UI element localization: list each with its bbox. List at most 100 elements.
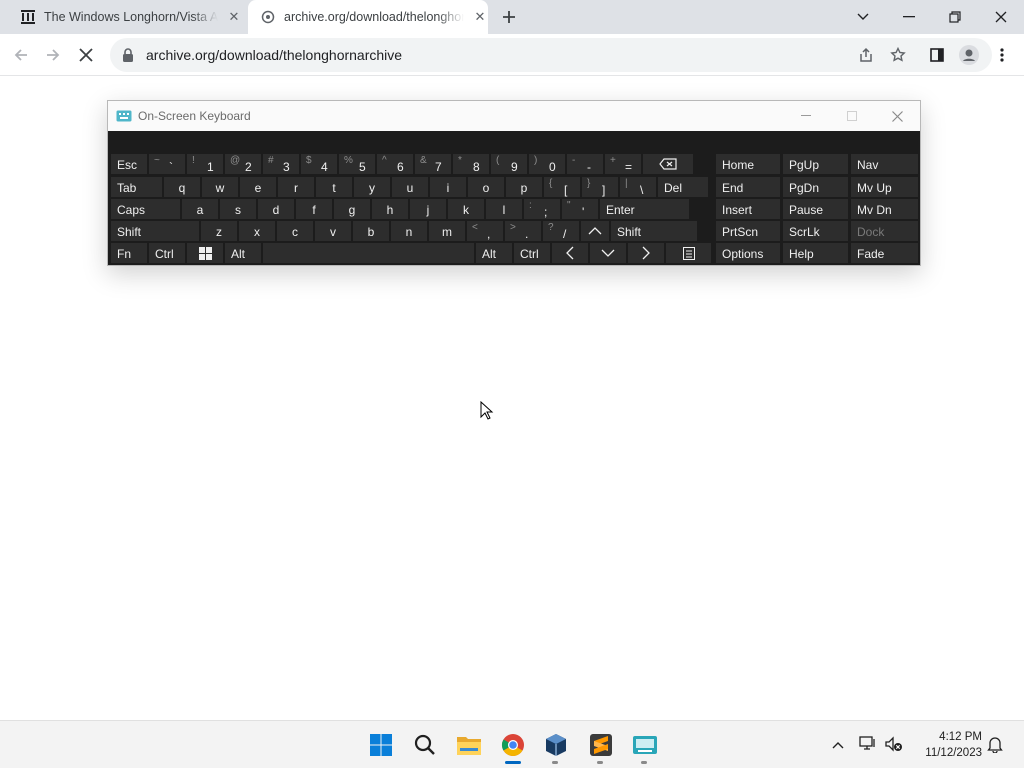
osk-key[interactable]: ) 0: [528, 153, 566, 175]
osk-key[interactable]: i: [429, 176, 467, 198]
osk-key[interactable]: j: [409, 198, 447, 220]
osk-key[interactable]: m: [428, 220, 466, 242]
osk-nav-key[interactable]: Pause: [782, 198, 849, 220]
stop-loading-button[interactable]: [73, 42, 99, 68]
osk-title-bar[interactable]: On-Screen Keyboard: [108, 101, 920, 131]
osk-key[interactable]: l: [485, 198, 523, 220]
bookmark-button[interactable]: [885, 42, 911, 68]
show-hidden-icons-button[interactable]: [828, 735, 848, 755]
osk-nav-key[interactable]: PgDn: [782, 176, 849, 198]
tab-longhorn-archive[interactable]: The Windows Longhorn/Vista Archive ✕: [0, 0, 248, 34]
osk-key-backspace[interactable]: [642, 153, 694, 175]
lock-icon[interactable]: [122, 48, 136, 62]
osk-key[interactable]: Tab: [110, 176, 163, 198]
osk-key[interactable]: * 8: [452, 153, 490, 175]
chrome-button[interactable]: [499, 731, 527, 759]
notifications-button[interactable]: [987, 735, 1005, 755]
tab-close-icon[interactable]: ✕: [226, 9, 242, 25]
close-window-button[interactable]: [986, 4, 1016, 30]
osk-nav-key[interactable]: Home: [715, 153, 781, 175]
osk-key[interactable]: #3: [262, 153, 300, 175]
menu-button[interactable]: [989, 42, 1015, 68]
osk-nav-key[interactable]: Mv Dn: [850, 198, 919, 220]
osk-key[interactable]: Shift: [610, 220, 698, 242]
osk-nav-key[interactable]: End: [715, 176, 781, 198]
tab-close-icon[interactable]: ✕: [472, 9, 488, 25]
osk-key[interactable]: q: [163, 176, 201, 198]
osk-key[interactable]: Del: [657, 176, 709, 198]
osk-key[interactable]: x: [238, 220, 276, 242]
tab-search-button[interactable]: [848, 4, 878, 30]
address-text[interactable]: archive.org/download/thelonghornarchive: [146, 47, 402, 63]
sound-status-button[interactable]: [884, 735, 906, 755]
osk-key[interactable]: Esc: [110, 153, 148, 175]
sublime-button[interactable]: [587, 731, 615, 759]
osk-key[interactable]: v: [314, 220, 352, 242]
osk-nav-key[interactable]: Nav: [850, 153, 919, 175]
search-button[interactable]: [411, 731, 439, 759]
osk-key[interactable]: {[: [543, 176, 581, 198]
osk-close-button[interactable]: [882, 105, 912, 127]
osk-key-space[interactable]: [262, 242, 475, 264]
osk-nav-key[interactable]: PgUp: [782, 153, 849, 175]
osk-key[interactable]: <,: [466, 220, 504, 242]
osk-key[interactable]: p: [505, 176, 543, 198]
osk-nav-key[interactable]: Fade: [850, 242, 919, 264]
osk-key[interactable]: g: [333, 198, 371, 220]
osk-key[interactable]: Fn: [110, 242, 148, 264]
osk-key-context-menu[interactable]: [665, 242, 712, 264]
osk-key[interactable]: r: [277, 176, 315, 198]
share-button[interactable]: [853, 42, 879, 68]
osk-key[interactable]: | \: [619, 176, 657, 198]
osk-key[interactable]: o: [467, 176, 505, 198]
osk-key[interactable]: b: [352, 220, 390, 242]
osk-key[interactable]: s: [219, 198, 257, 220]
osk-key[interactable]: e: [239, 176, 277, 198]
osk-key-arrow-right[interactable]: [627, 242, 665, 264]
osk-key[interactable]: Enter: [599, 198, 690, 220]
osk-key[interactable]: a: [181, 198, 219, 220]
osk-key[interactable]: ^ 6: [376, 153, 414, 175]
osk-key-arrow-down[interactable]: [589, 242, 627, 264]
osk-key[interactable]: d: [257, 198, 295, 220]
file-explorer-button[interactable]: [455, 731, 483, 759]
osk-key[interactable]: t: [315, 176, 353, 198]
osk-key[interactable]: n: [390, 220, 428, 242]
osk-key[interactable]: y: [353, 176, 391, 198]
osk-key[interactable]: u: [391, 176, 429, 198]
on-screen-keyboard-button[interactable]: [631, 731, 659, 759]
osk-key[interactable]: :;: [523, 198, 561, 220]
osk-key[interactable]: Alt: [224, 242, 262, 264]
osk-key[interactable]: ! 1: [186, 153, 224, 175]
new-tab-button[interactable]: [498, 6, 520, 28]
osk-key[interactable]: & 7: [414, 153, 452, 175]
osk-nav-key[interactable]: ScrLk: [782, 220, 849, 242]
side-panel-button[interactable]: [924, 42, 950, 68]
osk-key[interactable]: % 5: [338, 153, 376, 175]
osk-key-arrow-up[interactable]: [580, 220, 610, 242]
osk-nav-key[interactable]: Mv Up: [850, 176, 919, 198]
osk-key-windows[interactable]: [186, 242, 224, 264]
osk-nav-key[interactable]: Help: [782, 242, 849, 264]
osk-key[interactable]: c: [276, 220, 314, 242]
restore-button[interactable]: [940, 4, 970, 30]
network-status-button[interactable]: [858, 735, 880, 755]
osk-key[interactable]: Ctrl: [513, 242, 551, 264]
tab-archive-download[interactable]: archive.org/download/thelonghornarchive …: [248, 0, 488, 34]
osk-key[interactable]: ? /: [542, 220, 580, 242]
osk-key[interactable]: --: [566, 153, 604, 175]
osk-key[interactable]: f: [295, 198, 333, 220]
osk-key[interactable]: $4: [300, 153, 338, 175]
osk-key[interactable]: Caps: [110, 198, 181, 220]
osk-minimize-button[interactable]: [791, 105, 821, 127]
osk-nav-key[interactable]: Options: [715, 242, 781, 264]
profile-button[interactable]: [956, 42, 982, 68]
osk-key[interactable]: h: [371, 198, 409, 220]
forward-button[interactable]: [40, 42, 66, 68]
virtualbox-button[interactable]: [542, 731, 570, 759]
osk-key[interactable]: Shift: [110, 220, 200, 242]
osk-key[interactable]: (9: [490, 153, 528, 175]
osk-key[interactable]: k: [447, 198, 485, 220]
system-clock[interactable]: 4:12 PM 11/12/2023: [925, 729, 982, 761]
minimize-button[interactable]: [894, 4, 924, 30]
